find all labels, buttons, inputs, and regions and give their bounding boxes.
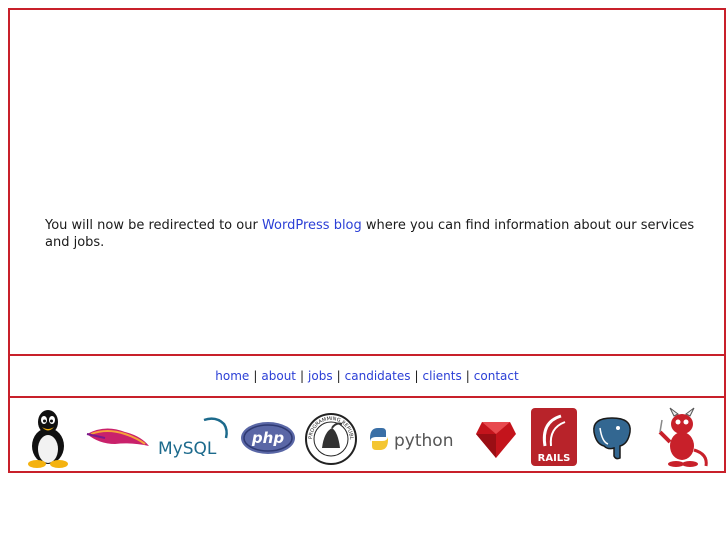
nav-separator: | (465, 369, 470, 383)
message-text-before: You will now be redirected to our (45, 218, 262, 233)
footer-nav: home | about | jobs | candidates | clien… (10, 354, 724, 398)
mysql-logo-text: MySQL (158, 439, 217, 459)
nav-clients-link[interactable]: clients (423, 369, 462, 383)
technology-logos: MySQL php PROGRAMMING REPUBLIC OF PERL p… (10, 400, 724, 473)
nav-candidates-link[interactable]: candidates (345, 369, 411, 383)
redirect-message: You will now be redirected to our WordPr… (45, 217, 695, 251)
nav-jobs-link[interactable]: jobs (308, 369, 333, 383)
nav-about-link[interactable]: about (261, 369, 296, 383)
bsd-daemon-icon (658, 407, 708, 467)
php-logo-text: php (251, 429, 284, 447)
rails-logo: RAILS (531, 408, 577, 466)
python-logo-text: python (394, 431, 453, 451)
page-frame: You will now be redirected to our WordPr… (8, 8, 726, 473)
mysql-logo: MySQL (158, 417, 228, 459)
nav-separator: | (253, 369, 258, 383)
nav-contact-link[interactable]: contact (474, 369, 519, 383)
apache-feather-icon (86, 428, 149, 446)
perl-republic-icon: PROGRAMMING REPUBLIC OF PERL (304, 412, 357, 465)
nav-separator: | (336, 369, 341, 383)
nav-home-link[interactable]: home (215, 369, 249, 383)
python-logo: python (370, 428, 453, 451)
ruby-gem-icon (476, 422, 516, 458)
main-content: You will now be redirected to our WordPr… (10, 10, 724, 354)
php-logo: php (241, 422, 295, 454)
postgresql-elephant-icon (593, 417, 631, 460)
nav-separator: | (414, 369, 419, 383)
linux-tux-icon (28, 410, 68, 468)
wordpress-blog-link[interactable]: WordPress blog (262, 218, 362, 233)
nav-separator: | (300, 369, 305, 383)
rails-logo-text: RAILS (538, 453, 571, 464)
